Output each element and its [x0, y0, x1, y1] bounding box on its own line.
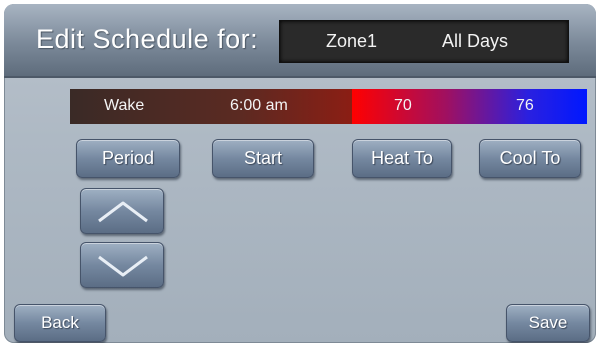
page-title: Edit Schedule for: — [36, 24, 259, 54]
back-button[interactable]: Back — [14, 304, 106, 342]
setpoint-cell: 70 76 — [352, 89, 587, 124]
days-label: All Days — [442, 31, 509, 51]
scroll-up-button[interactable] — [80, 188, 164, 234]
chevron-down-icon — [98, 255, 148, 277]
period-start-cell: Wake 6:00 am — [70, 89, 352, 124]
heat-setpoint-value: 70 — [394, 97, 412, 114]
zone-day-selector[interactable]: Zone1 All Days — [279, 20, 569, 63]
schedule-row[interactable]: Wake 6:00 am 70 76 — [70, 89, 587, 124]
header-bar: Edit Schedule for: Zone1 All Days — [4, 4, 596, 78]
scroll-down-button[interactable] — [80, 242, 164, 288]
period-button[interactable]: Period — [76, 139, 180, 178]
start-button[interactable]: Start — [212, 139, 314, 178]
zone-label: Zone1 — [326, 31, 378, 51]
period-value: Wake — [104, 97, 145, 114]
start-value: 6:00 am — [230, 97, 288, 114]
heat-to-button[interactable]: Heat To — [352, 139, 452, 178]
cool-to-button[interactable]: Cool To — [479, 139, 581, 178]
save-button[interactable]: Save — [506, 304, 590, 342]
cool-setpoint-value: 76 — [516, 97, 534, 114]
chevron-up-icon — [98, 201, 148, 223]
thermostat-screen: Edit Schedule for: Zone1 All Days Wake 6… — [4, 4, 596, 343]
